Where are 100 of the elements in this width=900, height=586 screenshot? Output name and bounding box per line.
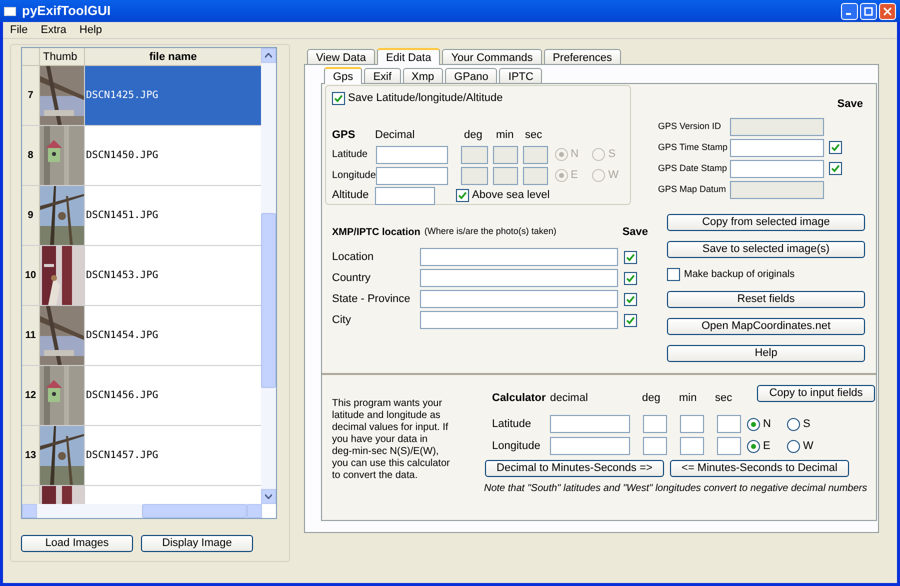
button[interactable]: Load Images	[21, 535, 133, 552]
row-number: 11	[22, 306, 40, 365]
tab[interactable]: Exif	[364, 68, 401, 83]
tab[interactable]: Your Commands	[442, 49, 542, 64]
tab[interactable]: Gps	[324, 67, 362, 84]
input-field[interactable]	[375, 186, 435, 204]
maximize-button[interactable]	[860, 2, 877, 20]
tab[interactable]: IPTC	[499, 68, 542, 83]
horizontal-scrollbar[interactable]	[22, 504, 262, 518]
copy-button[interactable]: Copy to input fields	[757, 385, 875, 402]
button[interactable]: Decimal to Minutes-Seconds =>	[485, 460, 664, 477]
input-field[interactable]	[376, 166, 448, 184]
radio-label: N	[763, 416, 771, 432]
radio-button[interactable]	[747, 440, 760, 452]
tab[interactable]: Preferences	[544, 49, 622, 64]
input-field[interactable]	[522, 166, 548, 184]
row-number: 12	[22, 366, 40, 425]
checkbox[interactable]	[624, 314, 637, 326]
input-field[interactable]	[550, 437, 630, 455]
radio-button[interactable]	[554, 169, 568, 182]
button[interactable]: Save to selected image(s)	[667, 241, 865, 258]
input-field[interactable]	[717, 415, 741, 433]
input-field[interactable]	[643, 415, 667, 433]
column-label: deg	[464, 128, 484, 144]
input-field[interactable]	[420, 311, 618, 329]
menu-item[interactable]: Extra	[40, 22, 66, 38]
checkbox[interactable]	[624, 292, 637, 306]
row-number: 9	[22, 186, 40, 245]
row-number: 8	[22, 126, 40, 185]
column-label: sec	[715, 390, 734, 406]
field-label: Longitude	[492, 438, 542, 454]
section-hint: (Where is/are the photo(s) taken)	[424, 225, 558, 238]
row-number: 7	[22, 66, 40, 125]
input-field[interactable]	[460, 146, 488, 164]
row-number: 10	[22, 246, 40, 305]
checkbox[interactable]	[624, 272, 637, 284]
tab[interactable]: Xmp	[402, 68, 444, 83]
column-label: decimal	[550, 390, 589, 406]
button[interactable]: Help	[667, 345, 865, 362]
note: Note that "South" latitudes and "West" longitudes convert to negative decimal numbers	[484, 482, 868, 496]
radio-label: S	[608, 147, 616, 162]
column-label: min	[679, 390, 698, 406]
input-field[interactable]	[522, 146, 548, 164]
input-field[interactable]	[493, 166, 518, 184]
checkbox[interactable]	[829, 141, 842, 154]
input-field[interactable]	[376, 146, 448, 164]
button[interactable]: Display Image	[141, 535, 253, 552]
field-label: Country	[332, 270, 372, 286]
radio-button[interactable]	[787, 418, 800, 430]
input-field[interactable]	[730, 138, 824, 156]
button[interactable]: Reset fields	[667, 291, 865, 308]
tab[interactable]: View Data	[307, 49, 375, 64]
column-label: Decimal	[375, 128, 416, 144]
radio-label: N	[570, 147, 579, 162]
radio-button[interactable]	[787, 440, 800, 452]
button[interactable]: <= Minutes-Seconds to Decimal	[670, 460, 849, 477]
checkbox[interactable]	[829, 162, 842, 175]
radio-button[interactable]	[554, 148, 568, 161]
button[interactable]: Open MapCoordinates.net	[667, 318, 865, 335]
input-field[interactable]	[493, 146, 518, 164]
column-label: deg	[642, 390, 662, 406]
checkbox[interactable]	[332, 92, 345, 105]
field-label: GPS Time Stamp	[658, 140, 729, 154]
radio-button[interactable]	[592, 148, 606, 161]
input-field[interactable]	[420, 269, 618, 287]
section-heading: GPS	[332, 128, 356, 144]
field-label: Latitude	[332, 148, 369, 162]
calculator-description: This program wants your latitude and longitude as decimal values for input. If you have your data in deg-min-sec N(S)/E(W), you can use this calculator to convert the data.	[332, 398, 450, 483]
field-label: Location	[332, 250, 375, 265]
field-label: Latitude	[492, 416, 532, 432]
tab[interactable]: GPano	[445, 68, 498, 83]
input-field[interactable]	[420, 248, 618, 266]
minimize-button[interactable]	[841, 2, 858, 20]
tab[interactable]: Edit Data	[376, 48, 440, 65]
menu-item[interactable]: File	[10, 22, 28, 38]
button[interactable]: Copy from selected image	[667, 214, 865, 231]
input-field[interactable]	[460, 166, 488, 184]
checkbox[interactable]	[667, 268, 680, 281]
input-field[interactable]	[730, 160, 824, 178]
vertical-scrollbar[interactable]	[261, 48, 276, 504]
section-heading: Calculator	[492, 390, 547, 406]
file-name-cell[interactable]: DSCN1425.JPG	[85, 66, 262, 125]
input-field[interactable]	[717, 437, 741, 455]
menu-item[interactable]: Help	[79, 22, 102, 38]
checkbox[interactable]	[456, 189, 469, 202]
radio-button[interactable]	[747, 418, 760, 430]
input-field[interactable]	[420, 290, 618, 308]
radio-label: W	[608, 168, 619, 184]
field-label: GPS Version ID	[658, 120, 722, 133]
column-header[interactable]: file name	[85, 48, 262, 65]
input-field[interactable]	[680, 415, 704, 433]
radio-button[interactable]	[592, 169, 606, 182]
close-button[interactable]	[879, 2, 896, 20]
close-icon	[883, 6, 892, 16]
column-header[interactable]: Thumb	[40, 48, 85, 65]
input-field[interactable]	[643, 437, 667, 455]
input-field[interactable]	[680, 437, 704, 455]
input-field[interactable]	[550, 415, 630, 433]
checkbox[interactable]	[624, 250, 637, 264]
radio-label: E	[570, 168, 578, 184]
